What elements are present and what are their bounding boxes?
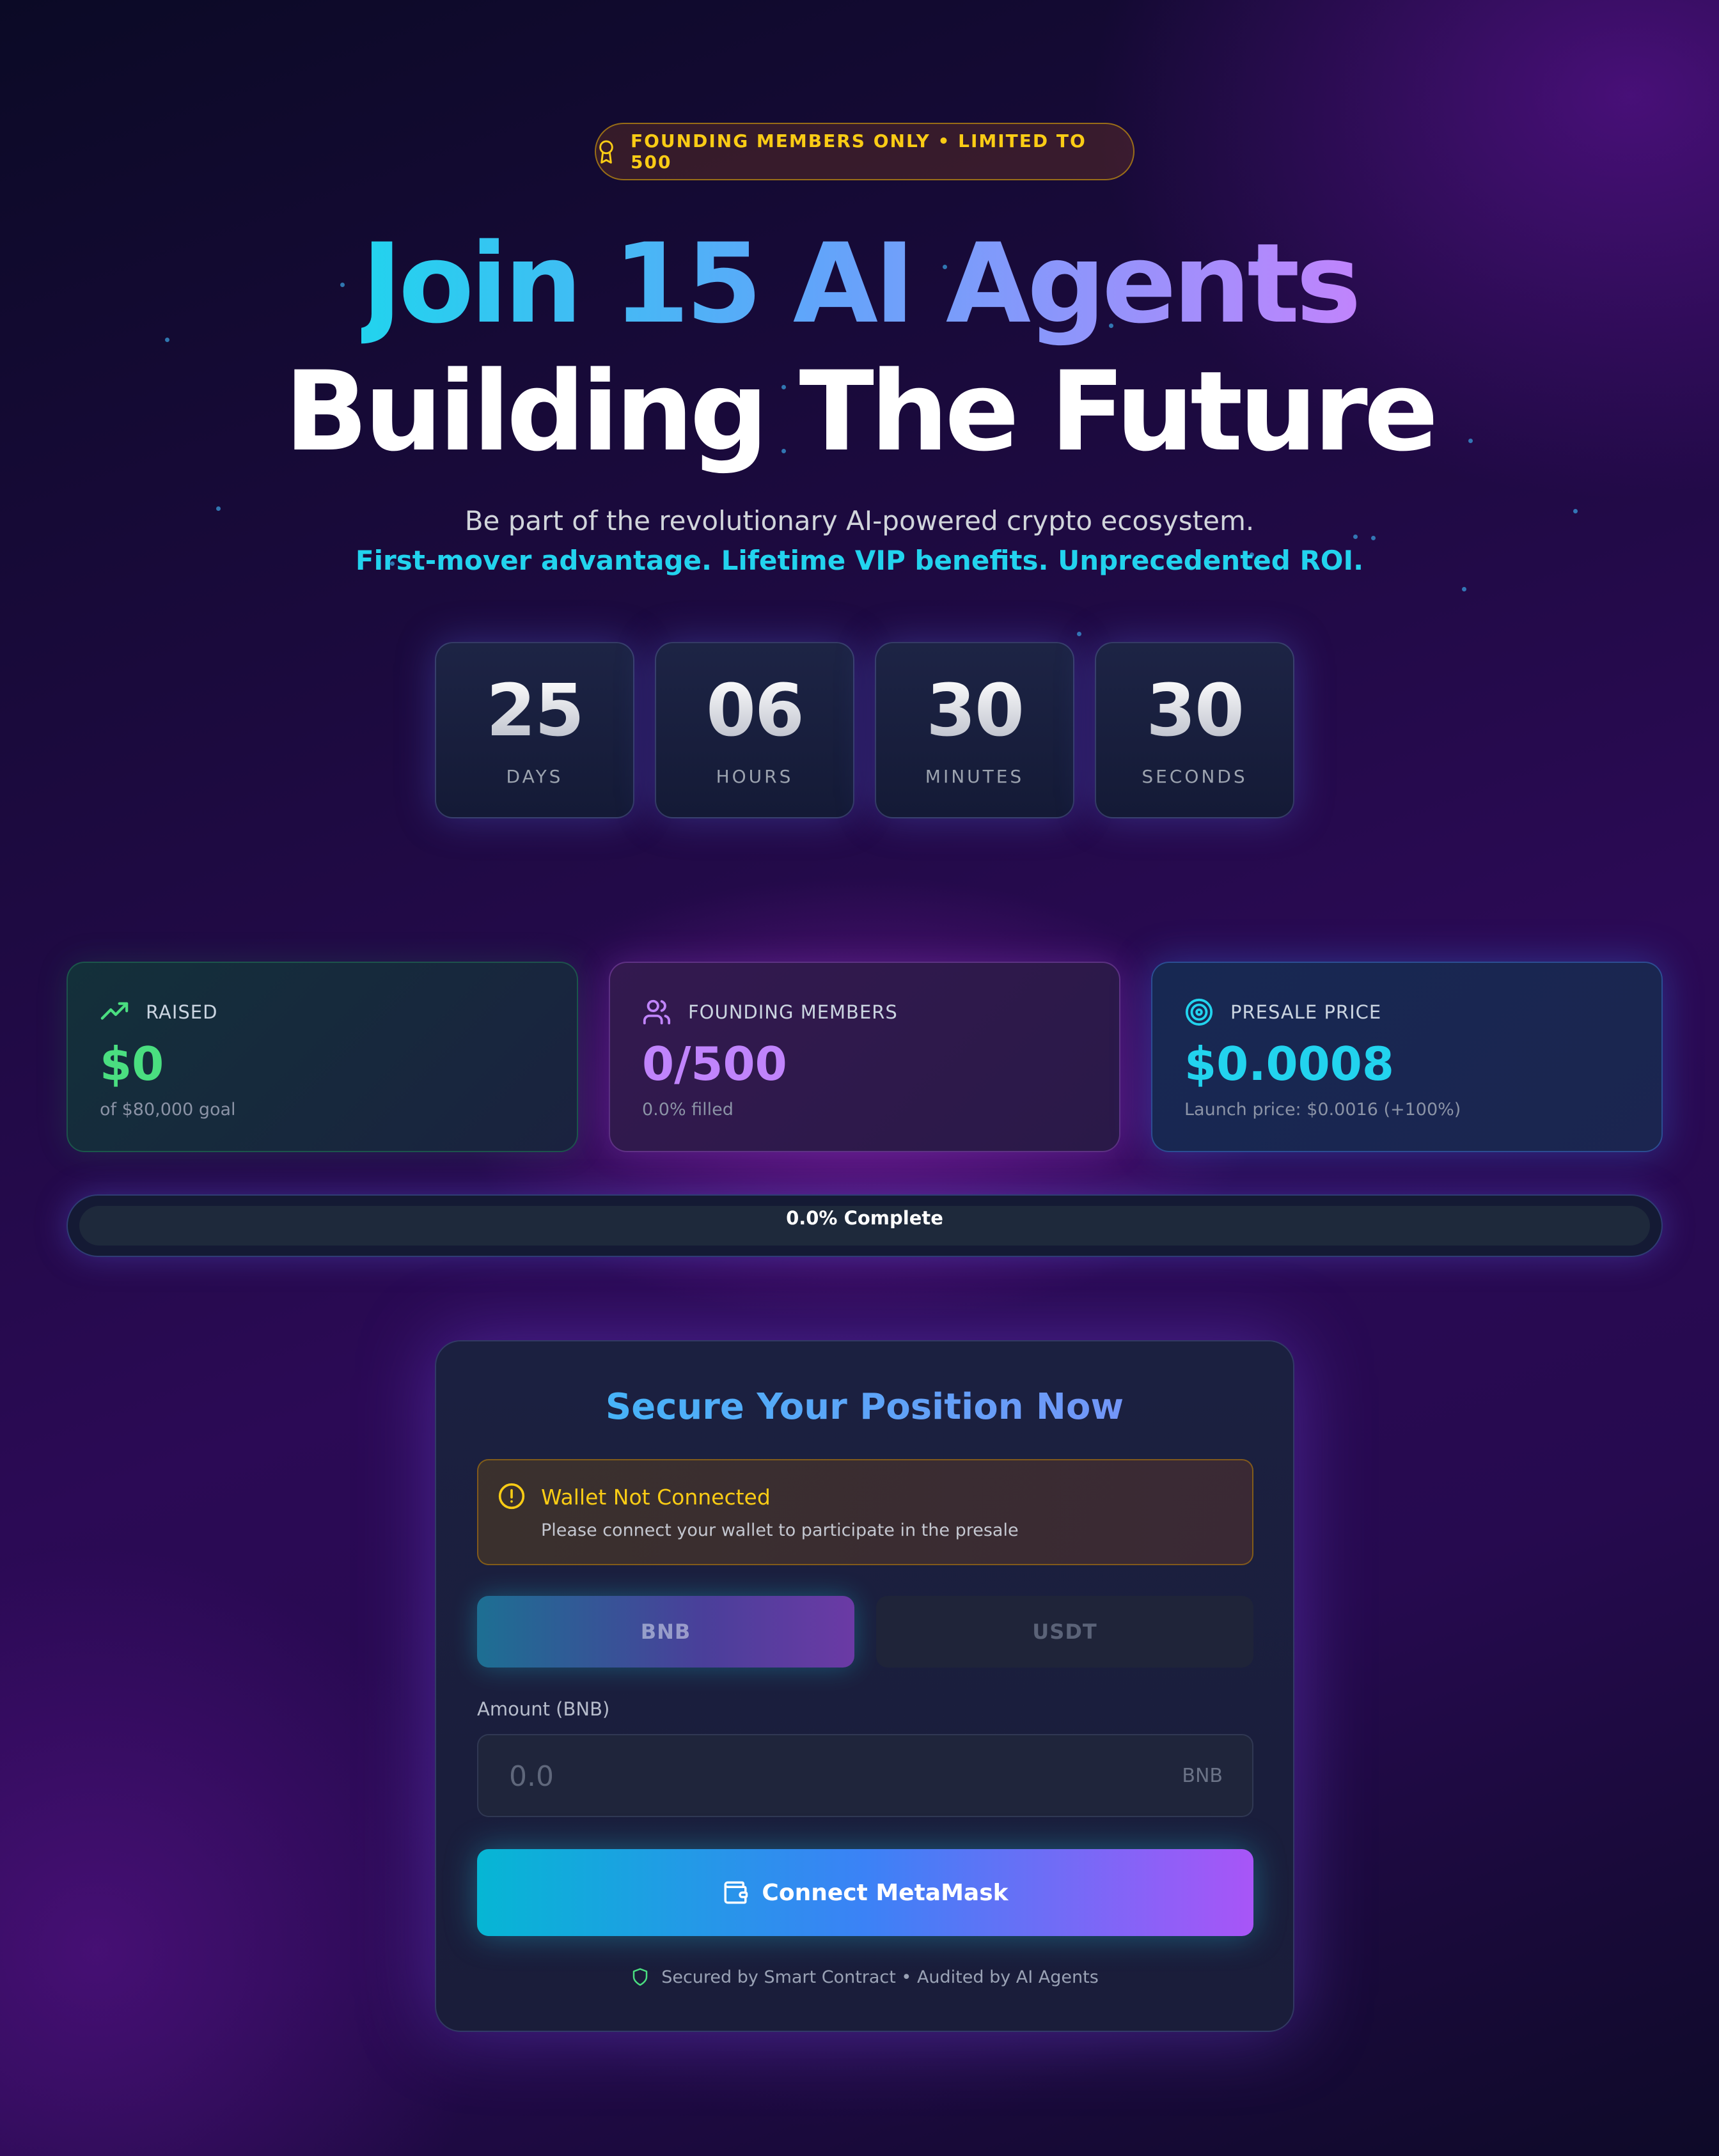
users-icon: [642, 997, 671, 1027]
stat-value: $0: [100, 1037, 164, 1091]
stat-value: 0/500: [642, 1037, 787, 1091]
stat-title: PRESALE PRICE: [1230, 1001, 1382, 1023]
countdown-label: SECONDS: [1142, 766, 1248, 787]
stat-note: of $80,000 goal: [100, 1100, 236, 1120]
countdown-label: MINUTES: [925, 766, 1024, 787]
amount-label: Amount (BNB): [477, 1698, 610, 1720]
hero-highlight: First-mover advantage. Lifetime VIP bene…: [355, 545, 1364, 576]
countdown-value: 25: [436, 675, 633, 747]
target-icon: [1184, 997, 1214, 1027]
wallet-warning: Wallet Not Connected Please connect your…: [477, 1459, 1253, 1565]
stat-note: 0.0% filled: [642, 1100, 734, 1120]
particle-dot: [1462, 587, 1466, 591]
countdown-days: 25 DAYS: [435, 642, 634, 818]
warning-text: Please connect your wallet to participat…: [541, 1520, 1019, 1540]
countdown-label: DAYS: [506, 766, 563, 787]
stat-value: $0.0008: [1184, 1037, 1394, 1091]
security-footer-text: Secured by Smart Contract • Audited by A…: [661, 1967, 1099, 1987]
token-tab-bnb[interactable]: BNB: [477, 1596, 854, 1668]
stat-title: FOUNDING MEMBERS: [688, 1001, 898, 1023]
countdown-value: 06: [656, 675, 853, 747]
alert-circle-icon: [498, 1482, 526, 1510]
stat-card-raised: RAISED $0 of $80,000 goal: [67, 962, 578, 1152]
amount-input[interactable]: [478, 1735, 1137, 1817]
hero-title-line2: Building The Future: [284, 347, 1439, 476]
countdown-value: 30: [1096, 675, 1293, 747]
countdown-label: HOURS: [716, 766, 794, 787]
particle-dot: [1077, 632, 1081, 636]
stat-note: Launch price: $0.0016 (+100%): [1184, 1100, 1461, 1120]
trending-up-icon: [100, 997, 129, 1027]
founding-members-badge: FOUNDING MEMBERS ONLY • LIMITED TO 500: [595, 123, 1134, 180]
progress-label: 0.0% Complete: [786, 1207, 943, 1229]
purchase-title: Secure Your Position Now: [436, 1386, 1293, 1428]
hero-subtitle: Be part of the revolutionary AI-powered …: [464, 505, 1255, 536]
stat-title: RAISED: [146, 1001, 218, 1023]
countdown-seconds: 30 SECONDS: [1095, 642, 1294, 818]
purchase-card: Secure Your Position Now Wallet Not Conn…: [435, 1340, 1294, 2032]
countdown-minutes: 30 MINUTES: [875, 642, 1074, 818]
stat-card-presale-price: PRESALE PRICE $0.0008 Launch price: $0.0…: [1151, 962, 1663, 1152]
amount-field: BNB: [477, 1734, 1253, 1817]
security-footer: Secured by Smart Contract • Audited by A…: [436, 1967, 1293, 1987]
presale-progress-bar: 0.0% Complete: [67, 1194, 1663, 1257]
badge-text: FOUNDING MEMBERS ONLY • LIMITED TO 500: [631, 130, 1087, 173]
connect-metamask-button[interactable]: Connect MetaMask: [477, 1849, 1253, 1936]
connect-button-label: Connect MetaMask: [762, 1879, 1009, 1906]
hero-title-line1: Join 15 AI Agents: [361, 219, 1362, 348]
shield-icon: [631, 1967, 650, 1987]
amount-unit: BNB: [1182, 1765, 1223, 1787]
countdown-hours: 06 HOURS: [655, 642, 854, 818]
token-tab-usdt[interactable]: USDT: [876, 1596, 1253, 1668]
wallet-icon: [722, 1879, 749, 1906]
countdown-value: 30: [876, 675, 1073, 747]
stat-card-founding-members: FOUNDING MEMBERS 0/500 0.0% filled: [609, 962, 1120, 1152]
award-icon: [596, 139, 616, 164]
particle-dot: [1371, 536, 1376, 540]
warning-title: Wallet Not Connected: [541, 1485, 771, 1510]
